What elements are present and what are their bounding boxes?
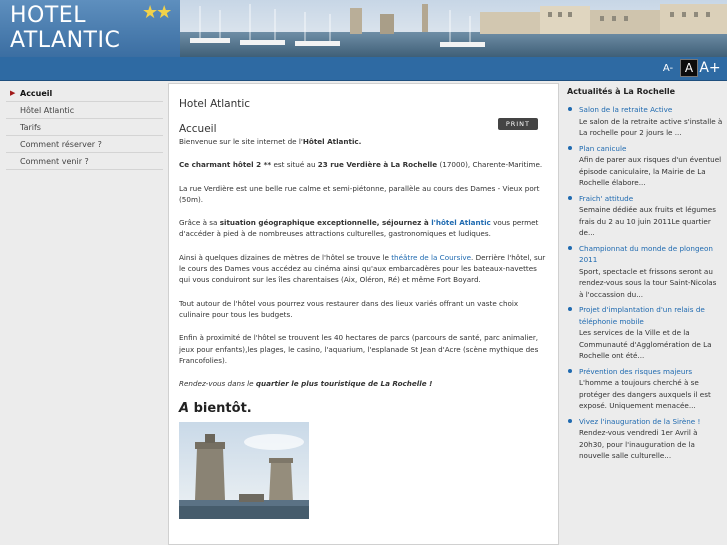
news-title: Actualités à La Rochelle xyxy=(567,87,676,96)
font-size-controls: A- A A+ xyxy=(659,59,721,77)
sidebar-item-label: Tarifs xyxy=(20,123,41,132)
sidebar-item-accueil[interactable]: ▶ Accueil xyxy=(6,85,163,102)
closing-paragraph: Rendez-vous dans le quartier le plus tou… xyxy=(179,378,548,389)
parks-paragraph: Enfin à proximité de l'hôtel se trouvent… xyxy=(179,333,539,365)
news-item: Plan canicule Afin de parer aux risques … xyxy=(563,143,723,189)
text: A xyxy=(179,401,190,417)
header-harbor-photo xyxy=(180,0,727,57)
site-header: HOTEL ATLANTIC ★★ xyxy=(0,0,727,57)
main-content: Hotel Atlantic Accueil PRINT Bienvenue s… xyxy=(168,83,559,545)
top-band: A- A A+ xyxy=(0,57,727,81)
print-button[interactable]: PRINT xyxy=(497,118,538,130)
news-item: Championnat du monde de plongeon 2011 Sp… xyxy=(563,243,723,301)
address-paragraph: Ce charmant hôtel 2 ** est situé au 23 r… xyxy=(179,159,548,170)
news-item-desc: L'homme a toujours cherché à se protéger… xyxy=(579,378,711,410)
news-item-link[interactable]: Championnat du monde de plongeon 2011 xyxy=(579,243,723,266)
news-item-link[interactable]: Plan canicule xyxy=(579,143,723,155)
text: Grâce à sa xyxy=(179,218,220,228)
street-paragraph: La rue Verdière est une belle rue calme … xyxy=(179,183,540,204)
location-bold: situation géographique exceptionnelle, s… xyxy=(219,218,429,228)
news-item-desc: Semaine dédiée aux fruits et légumes fra… xyxy=(579,205,716,237)
page-title: Hotel Atlantic xyxy=(179,98,251,110)
news-item: Fraich' attitude Semaine dédiée aux frui… xyxy=(563,193,723,239)
bullet-icon xyxy=(568,195,572,200)
bullet-icon xyxy=(568,107,572,111)
news-item-desc: Les services de la Ville et de la Commun… xyxy=(579,328,712,360)
sidebar-nav: ▶ Accueil Hôtel Atlantic Tarifs Comment … xyxy=(6,85,163,170)
bullet-icon xyxy=(568,307,572,311)
logo-text-hotel: HOTEL xyxy=(10,3,86,28)
increase-font-button[interactable]: A+ xyxy=(699,59,720,77)
bullet-icon xyxy=(568,368,572,373)
towers-photo xyxy=(179,422,309,520)
sidebar-item-tarifs[interactable]: Tarifs xyxy=(6,119,163,136)
bullet-icon xyxy=(568,418,572,423)
news-item-desc: Rendez-vous vendredi 1er Avril à 20h30, … xyxy=(579,428,698,460)
news-item: Salon de la retraite Active Le salon de … xyxy=(563,104,723,139)
site-logo[interactable]: HOTEL ATLANTIC ★★ xyxy=(0,0,180,57)
page-subtitle: Accueil xyxy=(179,123,217,135)
news-item-desc: Afin de parer aux risques d'un éventuel … xyxy=(579,155,722,187)
arrow-right-icon: ▶ xyxy=(10,89,16,97)
sidebar-item-comment-venir[interactable]: Comment venir ? xyxy=(6,153,163,170)
news-item-desc: Sport, spectacle et frissons seront au r… xyxy=(579,266,717,299)
news-item-link[interactable]: Vivez l'inauguration de la Sirène ! xyxy=(579,416,723,428)
hotel-rating-bold: Ce charmant hôtel 2 ** xyxy=(179,160,272,170)
sidebar-item-label: Accueil xyxy=(20,89,53,98)
news-item-link[interactable]: Projet d'implantation d'un relais de tél… xyxy=(579,304,723,327)
news-item-link[interactable]: Salon de la retraite Active xyxy=(579,104,723,116)
sidebar-item-label: Hôtel Atlantic xyxy=(20,106,75,115)
subheading-row: Accueil PRINT xyxy=(179,117,548,135)
news-item: Prévention des risques majeurs L'homme a… xyxy=(563,366,723,412)
default-font-button[interactable]: A xyxy=(680,59,698,77)
news-item: Vivez l'inauguration de la Sirène ! Rend… xyxy=(563,416,723,462)
sidebar-item-label: Comment venir ? xyxy=(20,157,89,166)
text: bientôt. xyxy=(189,401,252,417)
intro-paragraph: Bienvenue sur le site internet de l'Hôte… xyxy=(179,136,548,147)
sidebar-item-comment-reserver[interactable]: Comment réserver ? xyxy=(6,136,163,153)
text: Rendez-vous dans le xyxy=(179,379,256,389)
a-bientot-heading: A bientôt. xyxy=(179,401,548,416)
address-bold: 23 rue Verdière à La Rochelle xyxy=(317,160,438,170)
theatre-link[interactable]: théâtre de la Coursive xyxy=(391,253,471,262)
news-item-link[interactable]: Fraich' attitude xyxy=(579,193,723,205)
news-item-link[interactable]: Prévention des risques majeurs xyxy=(579,366,723,378)
hotel-link[interactable]: l'hôtel Atlantic xyxy=(429,218,491,227)
star-rating-icon: ★★ xyxy=(142,2,172,23)
text: (17000), Charente-Maritime. xyxy=(437,160,543,170)
news-item: Projet d'implantation d'un relais de tél… xyxy=(563,304,723,362)
text: Ainsi à quelques dizaines de mètres de l… xyxy=(179,252,392,262)
bullet-icon xyxy=(568,245,572,250)
text: est situé au xyxy=(271,160,318,170)
text: Bienvenue sur le site internet de l' xyxy=(179,137,303,146)
restaurants-paragraph: Tout autour de l'hôtel vous pourrez vous… xyxy=(179,298,519,319)
attractions-paragraph: Ainsi à quelques dizaines de mètres de l… xyxy=(179,252,548,286)
decrease-font-button[interactable]: A- xyxy=(659,59,677,77)
news-sidebar: Actualités à La Rochelle Salon de la ret… xyxy=(563,83,723,466)
sidebar-item-label: Comment réserver ? xyxy=(20,140,102,149)
logo-text-atlantic: ATLANTIC xyxy=(10,28,121,53)
location-paragraph: Grâce à sa situation géographique except… xyxy=(179,217,548,240)
hotel-name-bold: Hôtel Atlantic. xyxy=(302,137,362,146)
sidebar-item-hotel-atlantic[interactable]: Hôtel Atlantic xyxy=(6,102,163,119)
bullet-icon xyxy=(568,145,572,150)
news-item-desc: Le salon de la retraite active s'install… xyxy=(579,116,723,138)
quarter-bold: quartier le plus touristique de La Roche… xyxy=(255,379,433,389)
